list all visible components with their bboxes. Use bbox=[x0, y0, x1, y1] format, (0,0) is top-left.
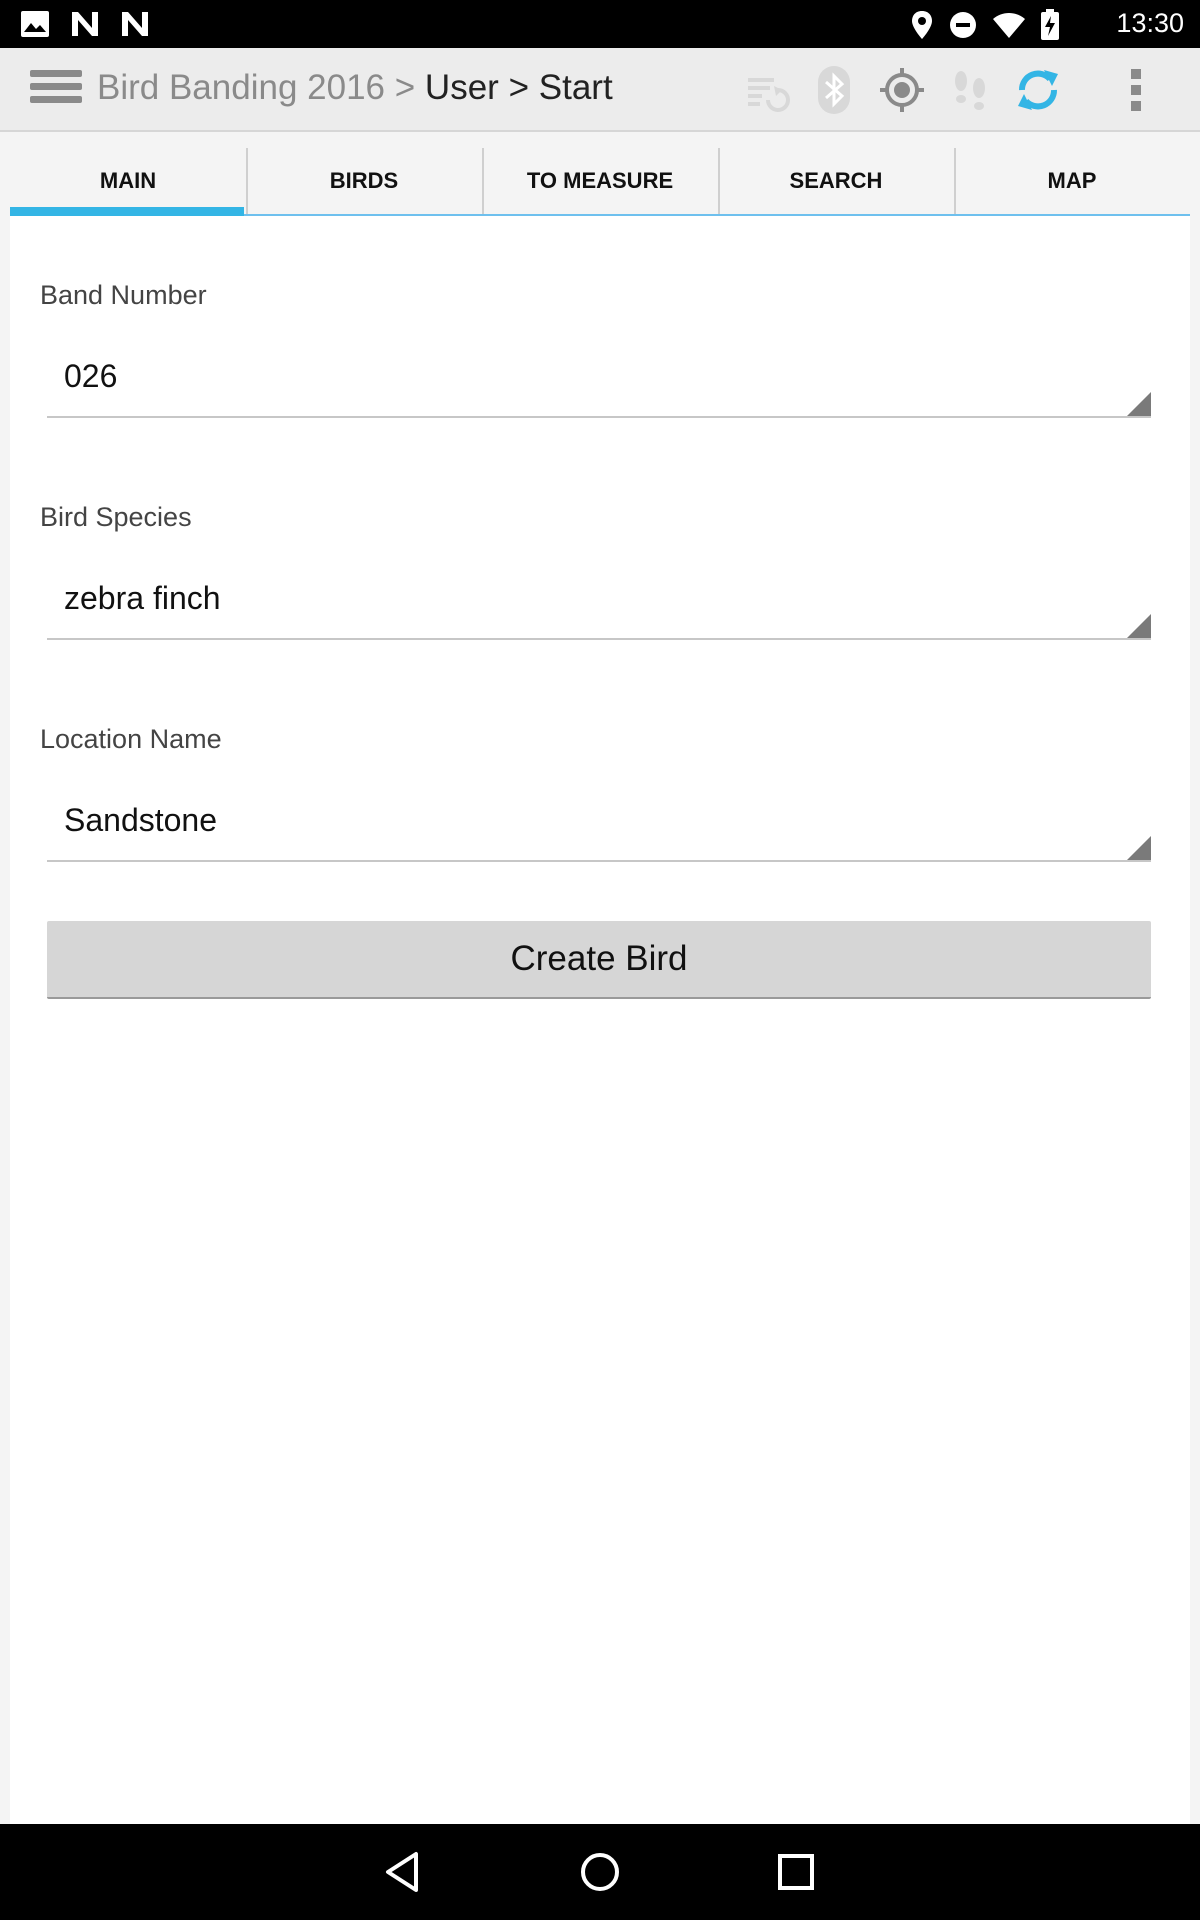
navigation-bar bbox=[0, 1824, 1200, 1920]
n-icon bbox=[120, 10, 150, 42]
location-name-label: Location Name bbox=[40, 724, 222, 754]
sync-list-icon[interactable] bbox=[742, 66, 790, 114]
status-time: 13:30 bbox=[1116, 8, 1184, 38]
location-icon bbox=[910, 10, 934, 44]
overflow-menu-icon[interactable] bbox=[1112, 66, 1160, 114]
image-icon bbox=[20, 10, 50, 42]
main-content: Band Number 026 Bird Species zebra finch… bbox=[10, 216, 1190, 1824]
home-icon[interactable] bbox=[576, 1848, 624, 1896]
n-icon bbox=[70, 10, 100, 42]
tab-map[interactable]: MAP bbox=[954, 148, 1190, 214]
dropdown-corner-icon bbox=[1127, 392, 1151, 416]
tab-birds[interactable]: BIRDS bbox=[246, 148, 482, 214]
dropdown-corner-icon bbox=[1127, 614, 1151, 638]
breadcrumb-user[interactable]: User bbox=[425, 68, 499, 107]
bird-species-label: Bird Species bbox=[40, 502, 192, 532]
status-bar: 13:30 bbox=[0, 0, 1200, 48]
tab-search[interactable]: SEARCH bbox=[718, 148, 954, 214]
do-not-disturb-icon bbox=[948, 10, 978, 44]
menu-icon[interactable] bbox=[30, 70, 82, 110]
tab-main[interactable]: MAIN bbox=[10, 148, 246, 216]
bird-species-field[interactable]: zebra finch bbox=[47, 580, 1151, 640]
breadcrumb: Bird Banding 2016 > User > Start bbox=[97, 68, 613, 108]
battery-charging-icon bbox=[1040, 9, 1060, 45]
refresh-icon[interactable] bbox=[1014, 66, 1062, 114]
wifi-icon bbox=[992, 11, 1026, 43]
breadcrumb-start: Start bbox=[538, 68, 613, 107]
action-bar: Bird Banding 2016 > User > Start bbox=[0, 48, 1200, 132]
gps-target-icon[interactable] bbox=[878, 66, 926, 114]
recents-icon[interactable] bbox=[772, 1848, 820, 1896]
create-bird-button[interactable]: Create Bird bbox=[47, 921, 1151, 999]
band-number-label: Band Number bbox=[40, 280, 207, 310]
breadcrumb-app[interactable]: Bird Banding 2016 bbox=[97, 68, 385, 107]
breadcrumb-separator: > bbox=[394, 68, 416, 107]
location-name-value: Sandstone bbox=[64, 802, 218, 838]
bluetooth-icon[interactable] bbox=[810, 66, 858, 114]
back-icon[interactable] bbox=[380, 1848, 428, 1896]
dropdown-corner-icon bbox=[1127, 836, 1151, 860]
tab-to-measure[interactable]: TO MEASURE bbox=[482, 148, 718, 214]
location-name-field[interactable]: Sandstone bbox=[47, 802, 1151, 862]
tab-bar: MAIN BIRDS TO MEASURE SEARCH MAP bbox=[10, 148, 1190, 216]
bird-species-value: zebra finch bbox=[64, 580, 221, 616]
breadcrumb-separator: > bbox=[508, 68, 530, 107]
band-number-field[interactable]: 026 bbox=[47, 358, 1151, 418]
band-number-value: 026 bbox=[64, 358, 118, 394]
footprints-icon[interactable] bbox=[946, 66, 994, 114]
